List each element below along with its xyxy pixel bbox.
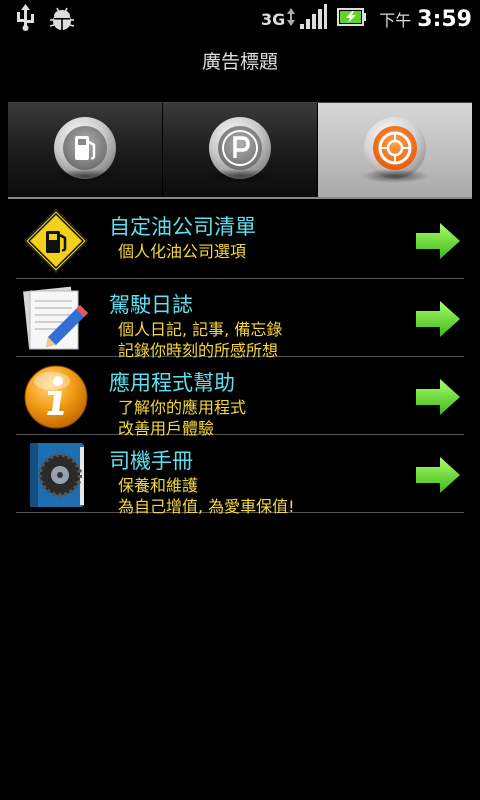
signal-icon bbox=[299, 4, 328, 34]
arrow-right-icon[interactable] bbox=[414, 221, 462, 261]
menu-item-subtitle: 了解你的應用程式 改善用戶體驗 bbox=[118, 398, 247, 438]
fuel-sign-icon bbox=[22, 207, 90, 275]
menu-item-subtitle: 個人日記, 記事, 備忘錄 記錄你時刻的所感所想 bbox=[118, 320, 283, 360]
tab-bar bbox=[8, 102, 472, 199]
tab-shadow bbox=[205, 169, 275, 183]
menu-item-title: 司機手冊 bbox=[109, 449, 193, 473]
manual-book-icon bbox=[22, 441, 90, 509]
menu-item-title: 應用程式幫助 bbox=[109, 371, 235, 395]
menu-item-subtitle: 個人化油公司選項 bbox=[118, 242, 247, 261]
menu-list: 自定油公司清單 個人化油公司選項 駕駛日誌 個人日記, 記事, 備忘錄 記錄你時… bbox=[16, 201, 464, 516]
fuel-tab[interactable] bbox=[8, 103, 163, 197]
clock-time: 3:59 bbox=[417, 6, 472, 32]
clock-ampm: 下午 bbox=[379, 11, 412, 30]
usb-icon bbox=[14, 4, 38, 36]
notepad-pencil-icon bbox=[22, 285, 90, 353]
menu-item-title: 自定油公司清單 bbox=[109, 215, 256, 239]
tab-shadow bbox=[360, 169, 430, 183]
page-title: 廣告標題 bbox=[201, 51, 278, 73]
arrow-right-icon[interactable] bbox=[414, 377, 462, 417]
debug-bug-icon bbox=[48, 4, 76, 36]
info-icon bbox=[22, 363, 90, 431]
arrow-right-icon[interactable] bbox=[414, 455, 462, 495]
arrow-right-icon[interactable] bbox=[414, 299, 462, 339]
menu-item-subtitle: 保養和維護 為自己增值, 為愛車保值! bbox=[118, 476, 295, 516]
menu-item-title: 駕駛日誌 bbox=[109, 293, 193, 317]
battery-charging-icon bbox=[337, 7, 367, 31]
tab-shadow bbox=[50, 169, 120, 183]
menu-item-app-help[interactable]: 應用程式幫助 了解你的應用程式 改善用戶體驗 bbox=[16, 357, 464, 438]
status-bar: 3G 下午 3:59 bbox=[0, 0, 480, 38]
menu-item-driving-log[interactable]: 駕駛日誌 個人日記, 記事, 備忘錄 記錄你時刻的所感所想 bbox=[16, 279, 464, 360]
parking-tab[interactable] bbox=[163, 103, 318, 197]
tire-tab[interactable] bbox=[318, 103, 472, 197]
menu-item-driver-manual[interactable]: 司機手冊 保養和維護 為自己增值, 為愛車保值! bbox=[16, 435, 464, 516]
network-type: 3G bbox=[260, 9, 286, 29]
data-arrows-icon bbox=[287, 7, 296, 31]
menu-item-fuel-companies[interactable]: 自定油公司清單 個人化油公司選項 bbox=[16, 201, 464, 279]
